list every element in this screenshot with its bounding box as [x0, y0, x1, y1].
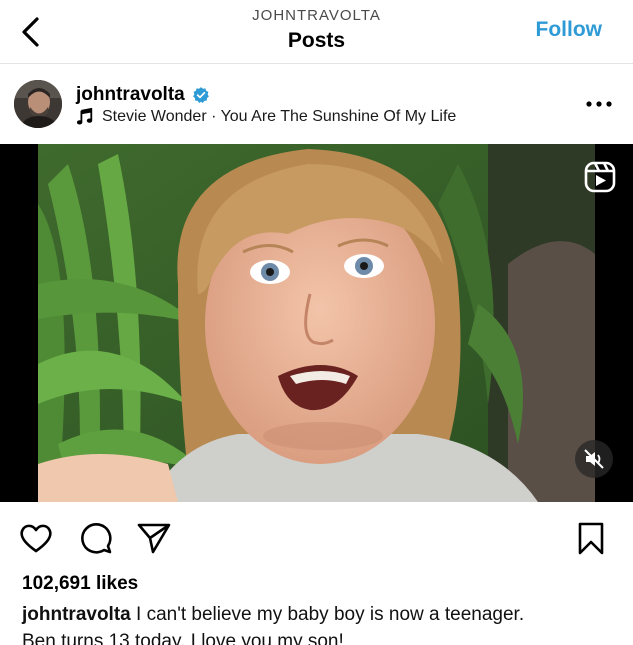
caption-username[interactable]: johntravolta — [22, 604, 131, 625]
comment-icon[interactable] — [78, 520, 114, 556]
muted-speaker-icon — [584, 449, 604, 469]
action-bar — [0, 510, 633, 564]
heart-icon[interactable] — [18, 520, 54, 556]
post-header: johntravolta Stevie Wonder · You Are The… — [0, 64, 633, 144]
audio-track[interactable]: Stevie Wonder · You Are The Sunshine Of … — [76, 108, 456, 126]
caption-text-2: Ben turns 13 today. I love you my son! — [22, 631, 344, 645]
avatar-image — [14, 80, 62, 128]
video-still-image — [38, 144, 595, 502]
audio-track-label: Stevie Wonder · You Are The Sunshine Of … — [102, 108, 457, 125]
post-username[interactable]: johntravolta — [76, 84, 185, 106]
mute-button[interactable] — [575, 440, 613, 478]
follow-button[interactable]: Follow — [536, 18, 603, 42]
top-bar: JOHNTRAVOLTA Posts Follow — [0, 0, 633, 64]
music-note-icon — [76, 108, 93, 125]
post-media[interactable] — [0, 144, 633, 502]
reel-icon[interactable] — [583, 160, 617, 194]
bookmark-icon[interactable] — [573, 520, 609, 556]
post-caption: johntravolta I can't believe my baby boy… — [22, 601, 622, 645]
caption-text-1: I can't believe my baby boy is now a tee… — [130, 604, 525, 625]
video-frame[interactable] — [38, 144, 595, 502]
send-icon[interactable] — [136, 520, 172, 556]
verified-badge-icon — [192, 87, 209, 103]
avatar[interactable] — [14, 80, 62, 128]
caption-line-1: johntravolta I can't believe my baby boy… — [22, 601, 622, 628]
more-options-icon[interactable] — [585, 96, 613, 112]
likes-count[interactable]: 102,691 likes — [22, 573, 138, 595]
post-username-row: johntravolta — [76, 84, 210, 106]
